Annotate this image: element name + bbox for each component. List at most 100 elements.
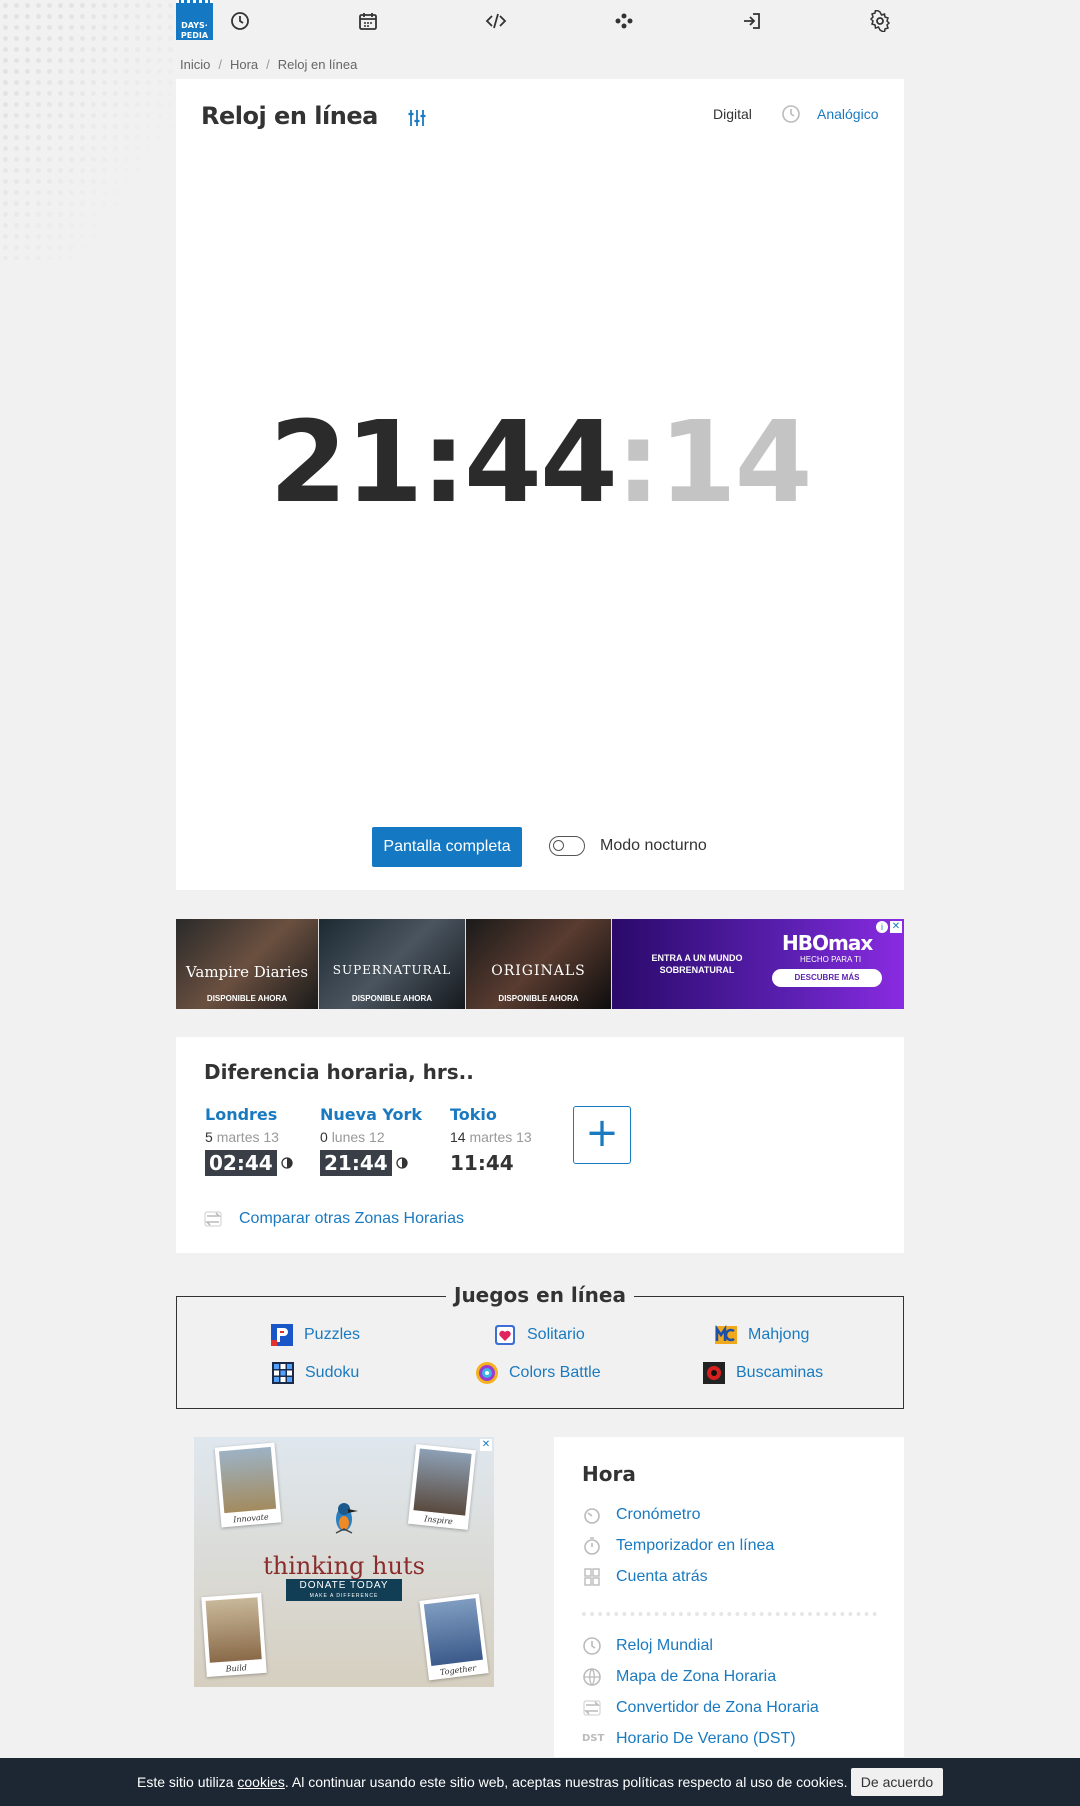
city-name[interactable]: Londres bbox=[205, 1105, 293, 1124]
digital-clock: 21:44:14 bbox=[176, 407, 904, 519]
ad-show-cta: DISPONIBLE AHORA bbox=[351, 994, 433, 1003]
clock-icon bbox=[583, 1637, 601, 1655]
calendar-icon[interactable] bbox=[357, 10, 379, 32]
hora-link-label: Temporizador en línea bbox=[616, 1537, 775, 1554]
city-time-row: 02:44 bbox=[205, 1150, 293, 1176]
city-day: lunes 12 bbox=[331, 1129, 385, 1145]
clock-hours-minutes: 21:44 bbox=[269, 398, 618, 528]
clock-seconds-separator: : bbox=[615, 398, 661, 528]
solitaire-icon bbox=[495, 1325, 515, 1345]
night-mode-label: Modo nocturno bbox=[600, 837, 707, 854]
ad-show-name: SUPERNATURAL bbox=[332, 963, 452, 977]
ad-info-icon[interactable]: i bbox=[876, 921, 888, 933]
site-logo[interactable]: DAYS· PEDIA bbox=[176, 0, 213, 40]
city-name[interactable]: Tokio bbox=[450, 1105, 532, 1124]
code-icon[interactable] bbox=[485, 10, 507, 32]
link-temporizador[interactable]: Temporizador en línea bbox=[582, 1536, 774, 1556]
night-mode-toggle[interactable] bbox=[549, 836, 585, 856]
game-solitaire[interactable]: Solitario bbox=[493, 1323, 585, 1347]
hora-links-card: Hora Cronómetro Temporizador en línea Cu… bbox=[554, 1437, 904, 1757]
sliders-icon[interactable] bbox=[406, 107, 428, 129]
ad-photo: Together bbox=[419, 1593, 489, 1681]
hora-link-label: Horario De Verano (DST) bbox=[616, 1730, 796, 1747]
game-label: Solitario bbox=[527, 1326, 585, 1343]
ad-show-cta: DISPONIBLE AHORA bbox=[206, 994, 288, 1003]
game-colors-battle[interactable]: Colors Battle bbox=[475, 1361, 601, 1385]
link-mapa-zona-horaria[interactable]: Mapa de Zona Horaria bbox=[582, 1667, 776, 1687]
cookie-link[interactable]: cookies bbox=[237, 1774, 284, 1790]
analog-clock-icon bbox=[781, 104, 801, 124]
breadcrumb-hora[interactable]: Hora bbox=[230, 57, 258, 72]
game-mahjong[interactable]: Mahjong bbox=[714, 1323, 809, 1347]
clock-seconds: 14 bbox=[658, 398, 813, 528]
ad-banner[interactable]: Vampire Diaries DISPONIBLE AHORA SUPERNA… bbox=[176, 919, 904, 1009]
ad-photo-caption: Build bbox=[225, 1663, 248, 1674]
link-convertidor-zona-horaria[interactable]: Convertidor de Zona Horaria bbox=[582, 1698, 819, 1718]
ad-photo-caption: Innovate bbox=[232, 1512, 270, 1525]
breadcrumb-inicio[interactable]: Inicio bbox=[180, 57, 210, 72]
cookie-accept-button[interactable]: De acuerdo bbox=[851, 1768, 943, 1796]
ad-close-icon[interactable]: ✕ bbox=[890, 921, 902, 933]
background-dot-pattern bbox=[0, 0, 176, 260]
clock-icon[interactable] bbox=[229, 10, 251, 32]
city-name[interactable]: Nueva York bbox=[320, 1105, 422, 1124]
link-horario-verano[interactable]: DST Horario De Verano (DST) bbox=[582, 1729, 796, 1749]
breadcrumb-current: Reloj en línea bbox=[277, 57, 358, 72]
ad-hbo-tagline: ENTRA A UN MUNDO SOBRENATURAL bbox=[651, 953, 743, 975]
hora-link-label: Cuenta atrás bbox=[616, 1568, 708, 1585]
city-time: 11:44 bbox=[450, 1151, 514, 1175]
city-new-york: Nueva York 0 lunes 12 21:44 bbox=[320, 1105, 422, 1176]
page-title: Reloj en línea bbox=[201, 102, 378, 130]
ad-thinking-huts[interactable]: Innovate Inspire thinking huts DONATE TO… bbox=[194, 1437, 494, 1687]
cookie-banner: Este sitio utiliza cookies. Al continuar… bbox=[0, 1758, 1080, 1806]
mode-analog-link[interactable]: Analógico bbox=[817, 106, 879, 122]
hora-link-label: Cronómetro bbox=[616, 1506, 701, 1523]
breadcrumb: Inicio / Hora / Reloj en línea bbox=[180, 57, 358, 72]
add-city-button[interactable]: + bbox=[573, 1106, 631, 1164]
city-time: 02:44 bbox=[205, 1150, 277, 1176]
login-icon[interactable] bbox=[741, 10, 763, 32]
stopwatch-icon bbox=[584, 1508, 600, 1524]
gear-icon[interactable] bbox=[869, 9, 891, 33]
colors-battle-icon bbox=[476, 1362, 498, 1384]
mahjong-icon bbox=[715, 1324, 737, 1344]
game-puzzles[interactable]: Puzzles bbox=[270, 1323, 360, 1347]
ad-hbo-logo: HBOmax bbox=[782, 931, 873, 955]
ad-show-vampire[interactable]: Vampire Diaries DISPONIBLE AHORA bbox=[176, 919, 319, 1009]
game-label: Buscaminas bbox=[736, 1364, 824, 1381]
divider bbox=[582, 1612, 877, 1616]
ad-show-originals[interactable]: ORIGINALS DISPONIBLE AHORA bbox=[466, 919, 612, 1009]
ad-show-name: Vampire Diaries bbox=[185, 963, 309, 981]
toggle-knob bbox=[553, 840, 564, 851]
link-reloj-mundial[interactable]: Reloj Mundial bbox=[582, 1636, 713, 1656]
hora-title: Hora bbox=[582, 1462, 636, 1486]
network-icon[interactable] bbox=[613, 10, 635, 32]
link-cronometro[interactable]: Cronómetro bbox=[582, 1505, 700, 1525]
compare-icon bbox=[203, 1209, 223, 1229]
ad-close-icon[interactable]: ✕ bbox=[480, 1439, 492, 1451]
city-day: martes 13 bbox=[216, 1129, 279, 1145]
ad-photo: Inspire bbox=[407, 1444, 477, 1530]
ad-show-supernatural[interactable]: SUPERNATURAL DISPONIBLE AHORA bbox=[319, 919, 466, 1009]
ad-hbo-sub: HECHO PARA TI bbox=[800, 955, 862, 964]
time-difference-title: Diferencia horaria, hrs.. bbox=[204, 1060, 474, 1084]
ad-donate-label: DONATE TODAY bbox=[299, 1580, 389, 1591]
game-minesweeper[interactable]: Buscaminas bbox=[702, 1361, 823, 1385]
ad-hbo-button[interactable]: DESCUBRE MÁS bbox=[772, 969, 882, 987]
city-hours-diff: 14 bbox=[450, 1129, 466, 1145]
fullscreen-button[interactable]: Pantalla completa bbox=[372, 827, 522, 867]
ad-donate-button[interactable]: DONATE TODAY MAKE A DIFFERENCE bbox=[286, 1579, 402, 1601]
ad-hbomax[interactable]: ENTRA A UN MUNDO SOBRENATURAL HBOmax HEC… bbox=[612, 919, 904, 1009]
logo-line-2: PEDIA bbox=[180, 31, 209, 40]
link-cuenta-atras[interactable]: Cuenta atrás bbox=[582, 1567, 708, 1587]
mode-digital[interactable]: Digital bbox=[713, 106, 752, 122]
city-time-row: 21:44 bbox=[320, 1150, 408, 1176]
puzzles-icon bbox=[271, 1324, 293, 1346]
ad-show-cta: DISPONIBLE AHORA bbox=[498, 994, 579, 1003]
city-hours-diff: 5 bbox=[205, 1129, 213, 1145]
minesweeper-icon bbox=[703, 1362, 725, 1384]
city-offset: 14 martes 13 bbox=[450, 1129, 532, 1145]
compare-timezones-link[interactable]: Comparar otras Zonas Horarias bbox=[239, 1210, 464, 1228]
cookie-message: Este sitio utiliza cookies. Al continuar… bbox=[137, 1774, 848, 1790]
game-sudoku[interactable]: Sudoku bbox=[271, 1361, 359, 1385]
